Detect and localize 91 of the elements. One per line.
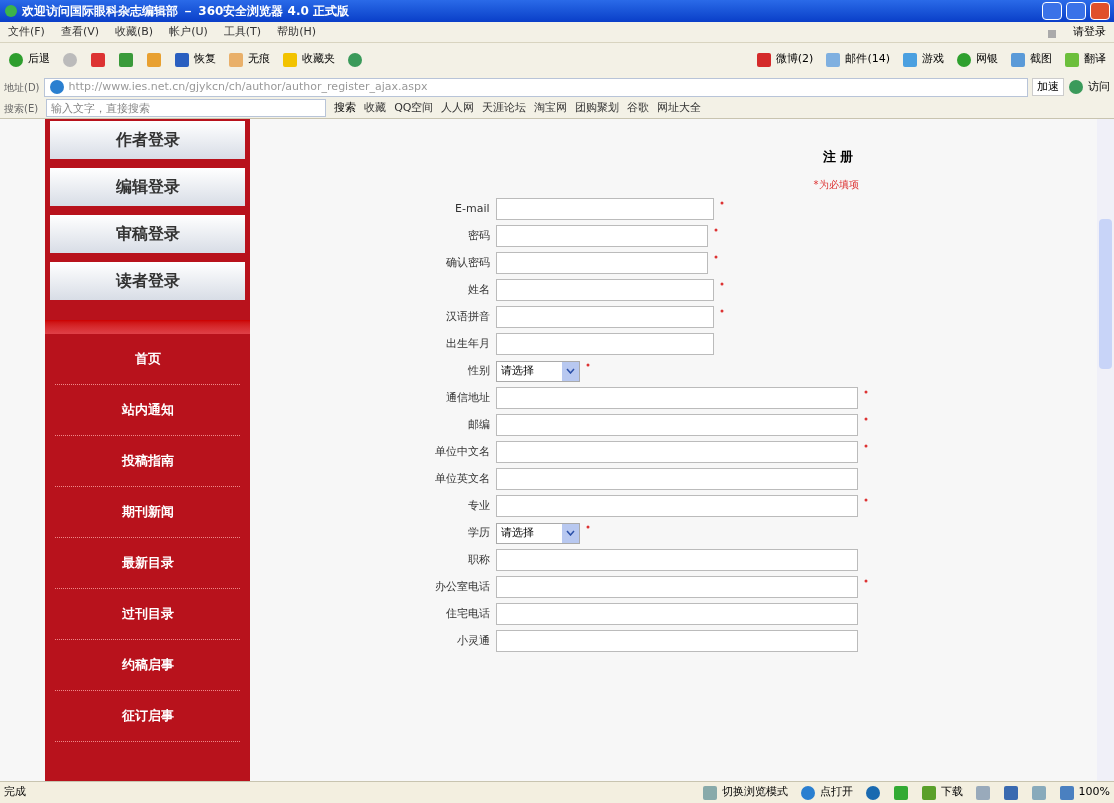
favorite-link[interactable]: 天涯论坛: [482, 99, 527, 117]
nav-link[interactable]: 约稿启事: [121, 655, 174, 675]
login-button[interactable]: 审稿登录: [50, 215, 245, 253]
menu-item[interactable]: 收藏(B): [115, 23, 154, 41]
field-label: 单位中文名: [433, 443, 490, 460]
mail-button[interactable]: 邮件(14): [825, 51, 890, 68]
login-link[interactable]: 请登录: [1073, 23, 1106, 41]
close-button[interactable]: [1090, 2, 1110, 20]
text-field[interactable]: [495, 441, 858, 463]
maximize-button[interactable]: [1066, 2, 1086, 20]
text-field[interactable]: [495, 576, 858, 598]
field-label: 性别: [466, 362, 490, 379]
login-button[interactable]: 读者登录: [50, 262, 245, 300]
menu-item[interactable]: 工具(T): [223, 23, 262, 41]
scrollbar[interactable]: [1097, 119, 1114, 781]
field-label: 办公室电话: [433, 578, 490, 595]
text-field[interactable]: [495, 468, 858, 490]
text-field[interactable]: [495, 414, 858, 436]
nav-link[interactable]: 期刊新闻: [121, 502, 174, 522]
field-label: 密码: [466, 227, 490, 244]
field-label: 姓名: [466, 281, 490, 298]
text-field[interactable]: [495, 198, 714, 220]
field-label: 单位英文名: [433, 470, 490, 487]
favorite-link[interactable]: 淘宝网: [534, 99, 568, 117]
text-field[interactable]: [495, 603, 858, 625]
nav-link[interactable]: 征订启事: [121, 706, 174, 726]
nav-link[interactable]: 投稿指南: [121, 451, 174, 471]
nav-link[interactable]: 站内通知: [121, 400, 174, 420]
status-text: 完成: [4, 784, 27, 801]
favorite-link[interactable]: 谷歌: [627, 99, 650, 117]
incognito-button[interactable]: 无痕: [228, 51, 270, 68]
field-label: 职称: [466, 551, 490, 568]
text-field[interactable]: [495, 252, 708, 274]
nav-link[interactable]: 过刊目录: [121, 604, 174, 624]
text-field[interactable]: [495, 387, 858, 409]
text-field[interactable]: [495, 549, 858, 571]
translate-button[interactable]: 翻译: [1064, 51, 1106, 68]
login-button[interactable]: 编辑登录: [50, 168, 245, 206]
go-button[interactable]: 访问: [1068, 78, 1110, 96]
field-label: E-mail: [454, 200, 490, 217]
text-field[interactable]: [495, 279, 714, 301]
screenshot-button[interactable]: 截图: [1010, 51, 1052, 68]
browser-logo-icon: [4, 4, 18, 18]
favorite-link[interactable]: QQ空间: [394, 99, 434, 117]
field-label: 住宅电话: [444, 605, 490, 622]
favorite-link[interactable]: 人人网: [441, 99, 475, 117]
text-field[interactable]: [495, 495, 858, 517]
menu-item[interactable]: 帮助(H): [277, 23, 316, 41]
window-title: 欢迎访问国际眼科杂志编辑部 － 360安全浏览器 4.0 正式版: [22, 3, 351, 20]
login-button[interactable]: 作者登录: [50, 121, 245, 159]
required-note: *为必填项: [813, 177, 859, 192]
undo-button[interactable]: 恢复: [174, 51, 216, 68]
minimize-button[interactable]: [1042, 2, 1062, 20]
select-field[interactable]: 请选择: [495, 360, 580, 382]
text-field[interactable]: [495, 225, 708, 247]
back-button[interactable]: 后退: [8, 51, 50, 68]
text-field[interactable]: [495, 630, 858, 652]
open-button[interactable]: 点打开: [799, 784, 853, 801]
favorite-link[interactable]: 团购聚划: [575, 99, 620, 117]
search-label: 搜索(E): [4, 101, 39, 116]
field-label: 小灵通: [455, 632, 490, 649]
speed-button[interactable]: 加速: [1032, 77, 1064, 97]
search-button[interactable]: 搜索: [334, 99, 357, 117]
zoom-button[interactable]: 100%: [1058, 784, 1110, 801]
game-button[interactable]: 游戏: [902, 51, 944, 68]
url-text: http://www.ies.net.cn/gjykcn/ch/author/author_register_ajax.aspx: [68, 78, 428, 95]
download-button[interactable]: 下载: [920, 784, 963, 801]
menu-item[interactable]: 文件(F): [8, 23, 45, 41]
field-label: 汉语拼音: [444, 308, 490, 325]
address-label: 地址(D): [4, 80, 40, 95]
form-title: 注 册: [822, 148, 854, 166]
field-label: 邮编: [466, 416, 490, 433]
weibo-button[interactable]: 微博(2): [755, 51, 814, 68]
favorite-link[interactable]: 收藏: [364, 99, 387, 117]
nav-link[interactable]: 最新目录: [121, 553, 174, 573]
field-label: 出生年月: [444, 335, 490, 352]
favorite-link[interactable]: 网址大全: [657, 99, 702, 117]
text-field[interactable]: [495, 333, 714, 355]
menu-item[interactable]: 帐户(U): [169, 23, 208, 41]
mode-button[interactable]: 切换浏览模式: [701, 784, 788, 801]
field-label: 通信地址: [444, 389, 490, 406]
menu-item[interactable]: 查看(V): [60, 23, 100, 41]
bank-button[interactable]: 网银: [956, 51, 998, 68]
text-field[interactable]: [495, 306, 714, 328]
search-field[interactable]: 输入文字，直接搜索: [46, 99, 327, 117]
field-label: 确认密码: [444, 254, 490, 271]
field-label: 学历: [466, 524, 490, 541]
select-field[interactable]: 请选择: [495, 522, 580, 544]
field-label: 专业: [466, 497, 490, 514]
nav-link[interactable]: 首页: [134, 349, 161, 369]
star-button[interactable]: 收藏夹: [282, 51, 335, 68]
